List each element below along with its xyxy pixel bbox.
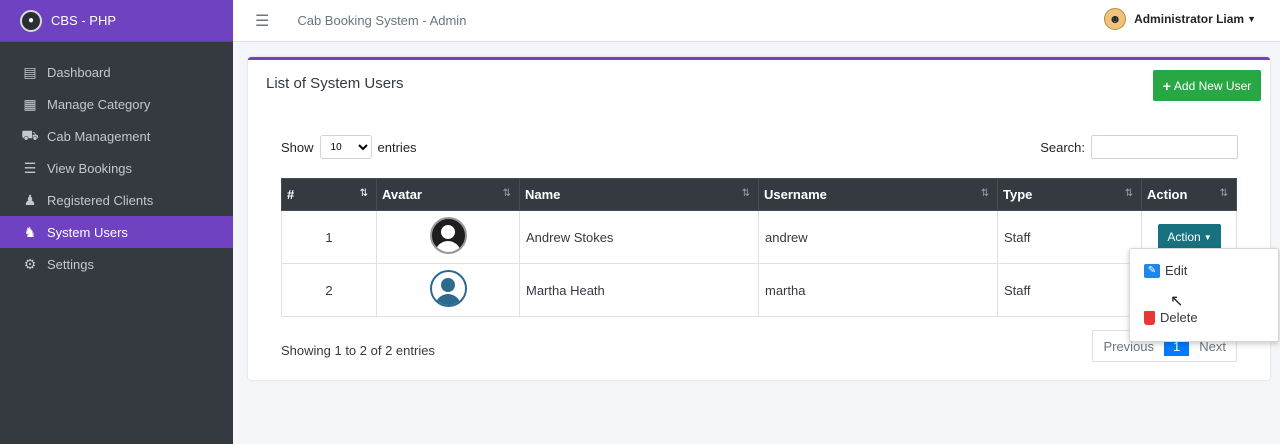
column-header-number[interactable]: # ⇅ [281, 178, 377, 211]
column-header-avatar[interactable]: Avatar ⇅ [376, 178, 520, 211]
table-header-row: # ⇅ Avatar ⇅ Name ⇅ Username ⇅ Type ⇅ Ac… [281, 178, 1237, 211]
avatar-cell [376, 263, 520, 317]
search-input[interactable] [1091, 135, 1238, 159]
trash-icon [1144, 310, 1155, 325]
sidebar-item-label: Dashboard [47, 64, 111, 80]
entries-label: entries [377, 139, 417, 155]
mouse-cursor-icon: ↖ [1170, 293, 1184, 310]
dashboard-icon: ▤ [23, 63, 37, 80]
row-number: 2 [281, 263, 377, 317]
avatar [429, 217, 467, 254]
user-avatar-icon: ☻ [1104, 8, 1127, 30]
plus-icon: + [1162, 77, 1171, 94]
table-info: Showing 1 to 2 of 2 entries [281, 343, 435, 358]
sidebar-item-view-bookings[interactable]: ☰ View Bookings [0, 152, 233, 184]
caret-down-icon: ▼ [1247, 14, 1256, 24]
column-header-action[interactable]: Action ⇅ [1141, 178, 1237, 211]
avatar [429, 270, 467, 307]
sidebar-item-label: Cab Management [47, 128, 151, 144]
user-name: Administrator Liam [1134, 12, 1245, 26]
entries-select[interactable]: 10 [319, 135, 372, 159]
sidebar-item-label: System Users [47, 224, 128, 240]
avatar-cell [376, 210, 520, 264]
action-dropdown-button[interactable]: Action ▼ [1158, 223, 1221, 251]
search-control: Search: [1040, 135, 1238, 159]
sidebar-item-label: Settings [47, 256, 94, 272]
top-navbar: ☰ Cab Booking System - Admin ☻ Administr… [233, 0, 1280, 42]
sort-icon: ⇅ [1124, 188, 1133, 199]
brand-logo-icon: ● [20, 9, 42, 32]
row-number: 1 [281, 210, 377, 264]
add-new-user-button[interactable]: + Add New User [1153, 70, 1261, 101]
user-gear-icon: ♞ [23, 223, 37, 240]
cogs-icon: ⚙ [23, 255, 37, 272]
show-label: Show [281, 139, 314, 155]
user-name-cell: Martha Heath [519, 263, 759, 317]
delete-label: Delete [1160, 310, 1198, 325]
user-menu[interactable]: ☻ Administrator Liam ▼ [1104, 8, 1256, 30]
system-users-card: List of System Users + Add New User Show… [248, 57, 1270, 380]
card-title: List of System Users [266, 75, 404, 92]
entries-length-control: Show 10 entries [281, 135, 417, 159]
search-label: Search: [1040, 139, 1085, 155]
sort-icon: ⇅ [980, 188, 989, 199]
delete-menu-item[interactable]: Delete [1144, 310, 1198, 325]
brand-name: CBS - PHP [51, 13, 117, 28]
action-dropdown-menu: ✎ Edit Delete [1129, 248, 1279, 342]
sidebar-item-settings[interactable]: ⚙ Settings [0, 248, 233, 280]
edit-menu-item[interactable]: ✎ Edit [1144, 263, 1187, 278]
user-type-cell: Staff [997, 263, 1142, 317]
column-header-type[interactable]: Type ⇅ [997, 178, 1142, 211]
column-header-username[interactable]: Username ⇅ [758, 178, 998, 211]
user-type-cell: Staff [997, 210, 1142, 264]
edit-icon: ✎ [1144, 263, 1160, 278]
sidebar-item-cab-management[interactable]: ⛟ Cab Management [0, 120, 233, 152]
sidebar-item-system-users[interactable]: ♞ System Users [0, 216, 233, 248]
sort-icon: ⇅ [1219, 188, 1228, 199]
menu-toggle-icon[interactable]: ☰ [255, 11, 269, 31]
table-row: 2 Martha Heath martha Staff [281, 263, 1237, 317]
sidebar: ● CBS - PHP ▤ Dashboard ▦ Manage Categor… [0, 0, 233, 444]
sidebar-item-registered-clients[interactable]: ♟ Registered Clients [0, 184, 233, 216]
sidebar-item-manage-category[interactable]: ▦ Manage Category [0, 88, 233, 120]
user-name-cell: Andrew Stokes [519, 210, 759, 264]
edit-label: Edit [1165, 263, 1188, 278]
username-cell: martha [758, 263, 998, 317]
sort-icon: ⇅ [741, 188, 750, 199]
brand-link[interactable]: ● CBS - PHP [0, 0, 233, 42]
car-icon: ⛟ [21, 126, 39, 143]
sort-icon: ⇅ [502, 188, 511, 199]
column-header-name[interactable]: Name ⇅ [519, 178, 759, 211]
username-cell: andrew [758, 210, 998, 264]
sidebar-item-label: Manage Category [47, 96, 151, 112]
sidebar-item-label: View Bookings [47, 160, 133, 176]
sort-asc-icon: ⇅ [359, 188, 368, 199]
app-title: Cab Booking System - Admin [297, 13, 467, 28]
list-icon: ☰ [23, 159, 37, 176]
caret-down-icon: ▼ [1203, 232, 1212, 242]
add-button-label: Add New User [1173, 78, 1252, 93]
users-table: # ⇅ Avatar ⇅ Name ⇅ Username ⇅ Type ⇅ Ac… [281, 178, 1237, 317]
grid-icon: ▦ [23, 95, 37, 112]
users-icon: ♟ [23, 191, 37, 208]
table-row: 1 Andrew Stokes andrew Staff Action ▼ [281, 210, 1237, 264]
sidebar-item-dashboard[interactable]: ▤ Dashboard [0, 56, 233, 88]
sidebar-nav: ▤ Dashboard ▦ Manage Category ⛟ Cab Mana… [0, 56, 233, 280]
sidebar-item-label: Registered Clients [47, 192, 154, 208]
